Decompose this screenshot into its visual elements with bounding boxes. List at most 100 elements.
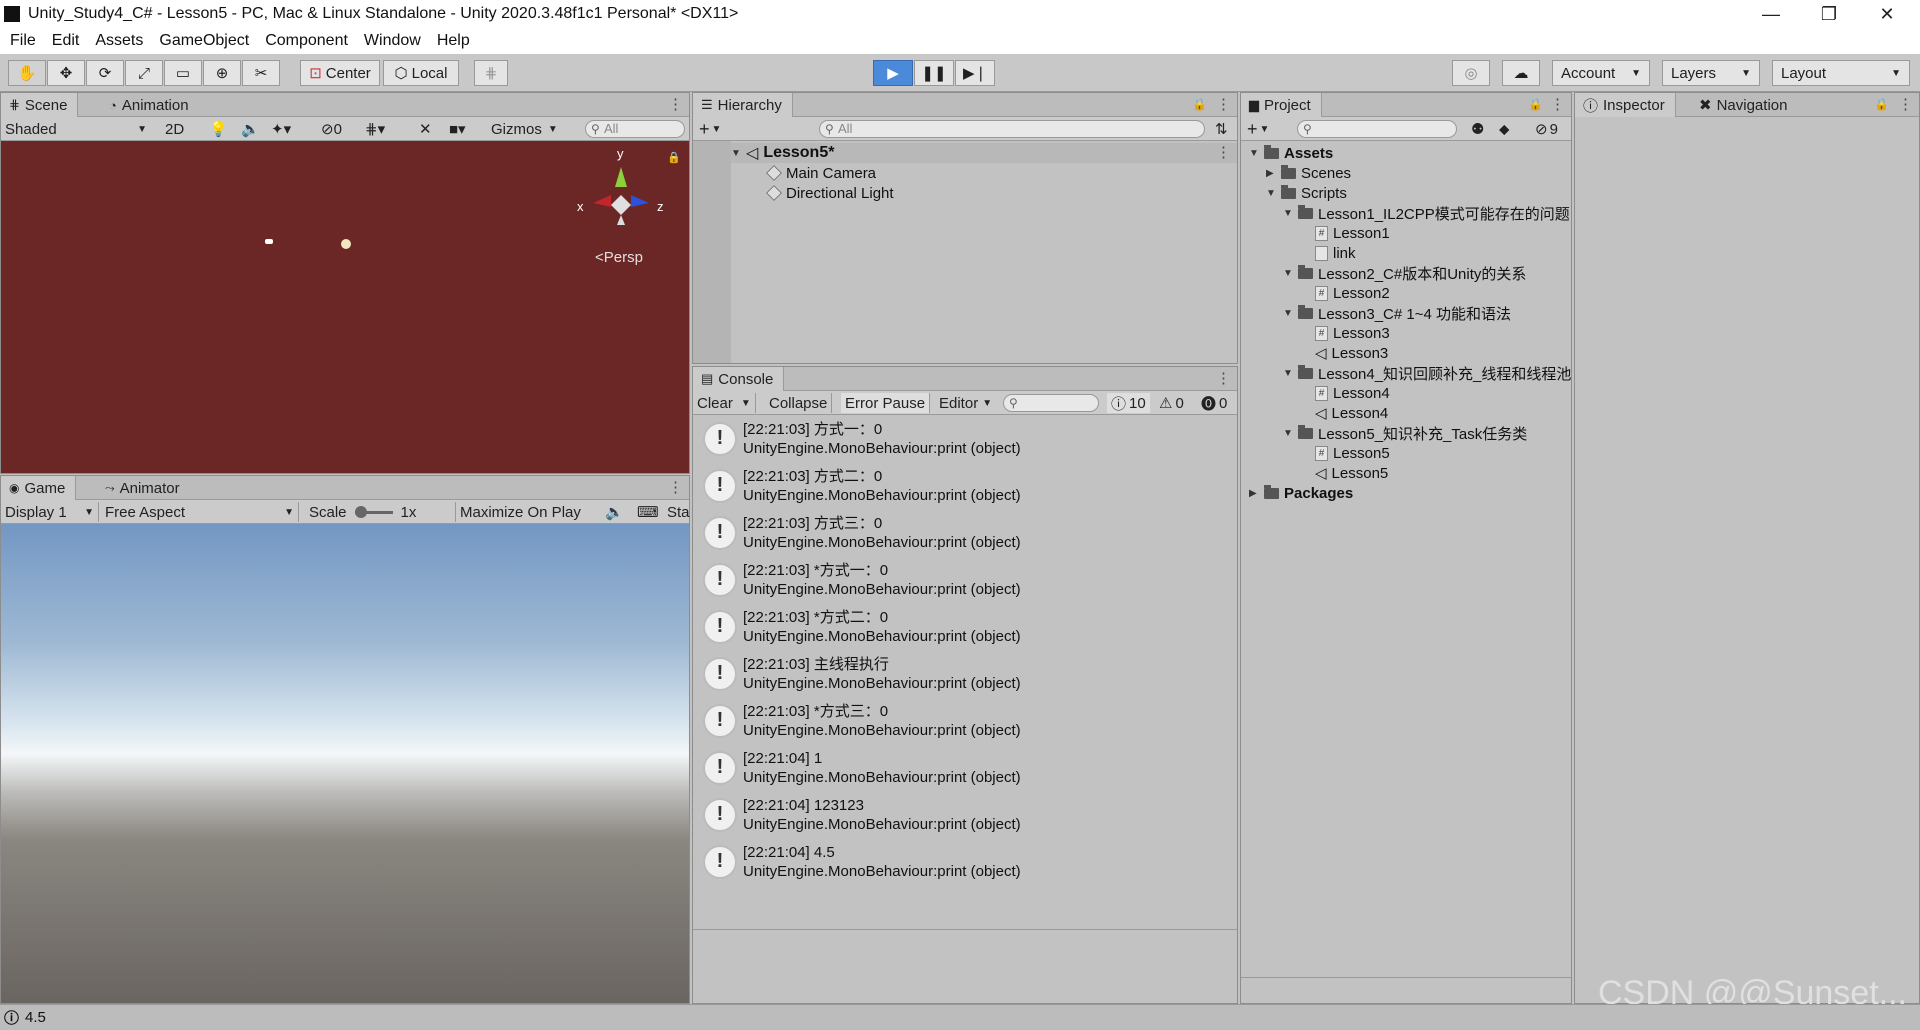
hierarchy-lock-icon[interactable]: 🔒: [1192, 97, 1207, 111]
scene-menu-icon[interactable]: ⋮: [668, 95, 683, 113]
clear-button[interactable]: Clear ▼: [693, 393, 756, 413]
project-item-scene[interactable]: ◁ Lesson4: [1300, 403, 1388, 423]
project-item-script[interactable]: # Lesson5: [1300, 443, 1390, 463]
sort-icon[interactable]: ⇅: [1211, 119, 1232, 139]
mode-2d-button[interactable]: 2D: [161, 119, 188, 139]
mute-audio-icon[interactable]: 🔈: [601, 502, 628, 522]
lock-icon[interactable]: 🔒: [667, 151, 681, 164]
tab-inspector[interactable]: ⓘ Inspector: [1575, 93, 1676, 117]
aspect-dropdown[interactable]: Free Aspect ▼: [101, 502, 299, 522]
hidden-objects-toggle[interactable]: ⊘ 0: [317, 119, 346, 139]
project-item-script[interactable]: # Lesson2: [1300, 283, 1390, 303]
project-item-folder[interactable]: ▼ Assets: [1249, 143, 1333, 163]
log-entry[interactable]: ! [22:21:04] 123123 UnityEngine.MonoBehavi…: [695, 791, 1235, 838]
audio-icon[interactable]: 🔈: [237, 119, 264, 139]
lighting-icon[interactable]: 💡: [205, 119, 232, 139]
log-entry[interactable]: ! [22:21:03] 方式一：0 UnityEngine.MonoBehavio…: [695, 415, 1235, 462]
project-item-folder[interactable]: ▼ Lesson1_IL2CPP模式可能存在的问题: [1283, 203, 1570, 223]
hierarchy-search-input[interactable]: All: [819, 120, 1205, 138]
inspector-menu-icon[interactable]: ⋮: [1898, 95, 1913, 113]
stats-button[interactable]: Sta: [663, 502, 694, 522]
menu-edit[interactable]: Edit: [52, 32, 80, 50]
transform-tool-icon[interactable]: ⊕: [203, 60, 241, 86]
grid-icon[interactable]: ⋕▾: [361, 119, 389, 139]
grid-snap-icon[interactable]: ⋕: [474, 60, 508, 86]
collab-icon[interactable]: ◎: [1452, 60, 1490, 86]
rect-tool-icon[interactable]: ▭: [164, 60, 202, 86]
scene-view[interactable]: y x z 🔒 <Persp: [1, 141, 689, 473]
log-entry[interactable]: ! [22:21:03] *方式三：0 UnityEngine.MonoBehavi…: [695, 697, 1235, 744]
project-item-folder[interactable]: ▼ Scripts: [1266, 183, 1347, 203]
log-entry[interactable]: ! [22:21:03] *方式一：0 UnityEngine.MonoBehavi…: [695, 556, 1235, 603]
menu-gameobject[interactable]: GameObject: [159, 32, 249, 50]
menu-file[interactable]: File: [10, 32, 36, 50]
display-dropdown[interactable]: Display 1 ▼: [1, 502, 99, 522]
hierarchy-item[interactable]: Main Camera: [766, 163, 876, 183]
project-item-file[interactable]: link: [1300, 243, 1356, 263]
status-message[interactable]: 4.5: [25, 1009, 46, 1026]
collapse-button[interactable]: Collapse: [765, 393, 833, 413]
project-item-scene[interactable]: ◁ Lesson5: [1300, 463, 1388, 483]
game-view[interactable]: [1, 524, 689, 1003]
pause-button[interactable]: ❚❚: [914, 60, 954, 86]
layers-dropdown[interactable]: Layers ▼: [1662, 60, 1760, 86]
hidden-packages-toggle[interactable]: ⊘ 9: [1531, 119, 1562, 139]
inspector-lock-icon[interactable]: 🔒: [1874, 97, 1889, 111]
project-item-folder[interactable]: ▼ Lesson5_知识补充_Task任务类: [1283, 423, 1527, 443]
editor-dropdown[interactable]: Editor ▼: [935, 393, 996, 413]
scale-tool-icon[interactable]: ⤢: [125, 60, 163, 86]
project-lock-icon[interactable]: 🔒: [1528, 97, 1543, 111]
scale-slider[interactable]: Scale 1x: [305, 502, 420, 522]
collapsed-arrow-icon[interactable]: ▶: [1249, 488, 1259, 499]
log-entry[interactable]: ! [22:21:03] 主线程执行 UnityEngine.MonoBehavio…: [695, 650, 1235, 697]
persp-label[interactable]: <Persp: [595, 249, 643, 266]
project-item-script[interactable]: # Lesson4: [1300, 383, 1390, 403]
pivot-center-button[interactable]: ⊡ Center: [300, 60, 380, 86]
camera-icon[interactable]: ■▾: [445, 119, 470, 139]
gizmos-dropdown[interactable]: Gizmos ▼: [487, 119, 562, 139]
layout-dropdown[interactable]: Layout ▼: [1772, 60, 1910, 86]
hierarchy-menu-icon[interactable]: ⋮: [1216, 95, 1231, 113]
minimize-button[interactable]: —: [1742, 0, 1800, 28]
expanded-arrow-icon[interactable]: ▼: [1266, 188, 1276, 199]
expanded-arrow-icon[interactable]: ▼: [1283, 268, 1293, 279]
pivot-local-button[interactable]: ⬡ Local: [383, 60, 459, 86]
menu-component[interactable]: Component: [265, 32, 348, 50]
orientation-gizmo-icon[interactable]: y x z: [571, 145, 671, 225]
tab-navigation[interactable]: ✖ Navigation: [1691, 93, 1797, 117]
tab-animation[interactable]: ◔ Animation: [101, 93, 199, 117]
menu-assets[interactable]: Assets: [95, 32, 143, 50]
project-item-folder[interactable]: ▶ Packages: [1249, 483, 1353, 503]
search-by-label-icon[interactable]: ⬥: [1495, 119, 1514, 139]
tab-project[interactable]: ▆ Project: [1241, 93, 1322, 117]
rotate-tool-icon[interactable]: ⟳: [86, 60, 124, 86]
expanded-arrow-icon[interactable]: ▼: [1283, 308, 1293, 319]
tab-hierarchy[interactable]: ☰ Hierarchy: [693, 93, 793, 117]
project-item-script[interactable]: # Lesson1: [1300, 223, 1390, 243]
project-search-input[interactable]: [1297, 120, 1457, 138]
maximize-on-play-toggle[interactable]: Maximize On Play: [455, 502, 585, 522]
project-item-folder[interactable]: ▼ Lesson4_知识回顾补充_线程和线程池: [1283, 363, 1571, 383]
scene-row-menu-icon[interactable]: ⋮: [1216, 143, 1231, 161]
shading-dropdown[interactable]: Shaded ▼: [1, 119, 151, 139]
cloud-icon[interactable]: ☁: [1502, 60, 1540, 86]
account-dropdown[interactable]: Account ▼: [1552, 60, 1650, 86]
create-dropdown[interactable]: + ▼: [695, 119, 725, 139]
custom-tool-icon[interactable]: ✂: [242, 60, 280, 86]
project-item-folder[interactable]: ▶ Scenes: [1266, 163, 1351, 183]
expanded-arrow-icon[interactable]: ▼: [1283, 428, 1293, 439]
project-item-folder[interactable]: ▼ Lesson3_C# 1~4 功能和语法: [1283, 303, 1511, 323]
tools-icon[interactable]: ✕: [415, 119, 436, 139]
tab-game[interactable]: ◉ Game: [1, 476, 77, 500]
project-menu-icon[interactable]: ⋮: [1550, 95, 1565, 113]
hierarchy-item[interactable]: Directional Light: [766, 183, 894, 203]
play-button[interactable]: ▶: [873, 60, 913, 86]
console-menu-icon[interactable]: ⋮: [1216, 369, 1231, 387]
close-button[interactable]: ✕: [1858, 0, 1916, 28]
collapsed-arrow-icon[interactable]: ▶: [1266, 168, 1276, 179]
console-search-input[interactable]: [1003, 394, 1099, 412]
scene-row[interactable]: ▼ ◁ Lesson5* ⋮: [731, 143, 1237, 163]
light-gizmo-icon[interactable]: [341, 239, 351, 249]
expanded-arrow-icon[interactable]: ▼: [1249, 148, 1259, 159]
project-create-dropdown[interactable]: + ▼: [1243, 119, 1273, 139]
